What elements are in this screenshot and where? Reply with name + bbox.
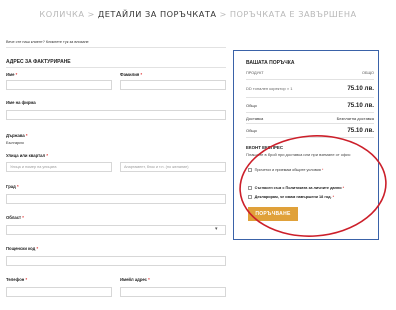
annotation-ellipse <box>239 135 387 237</box>
annotation-ellipse-shape <box>239 135 387 237</box>
